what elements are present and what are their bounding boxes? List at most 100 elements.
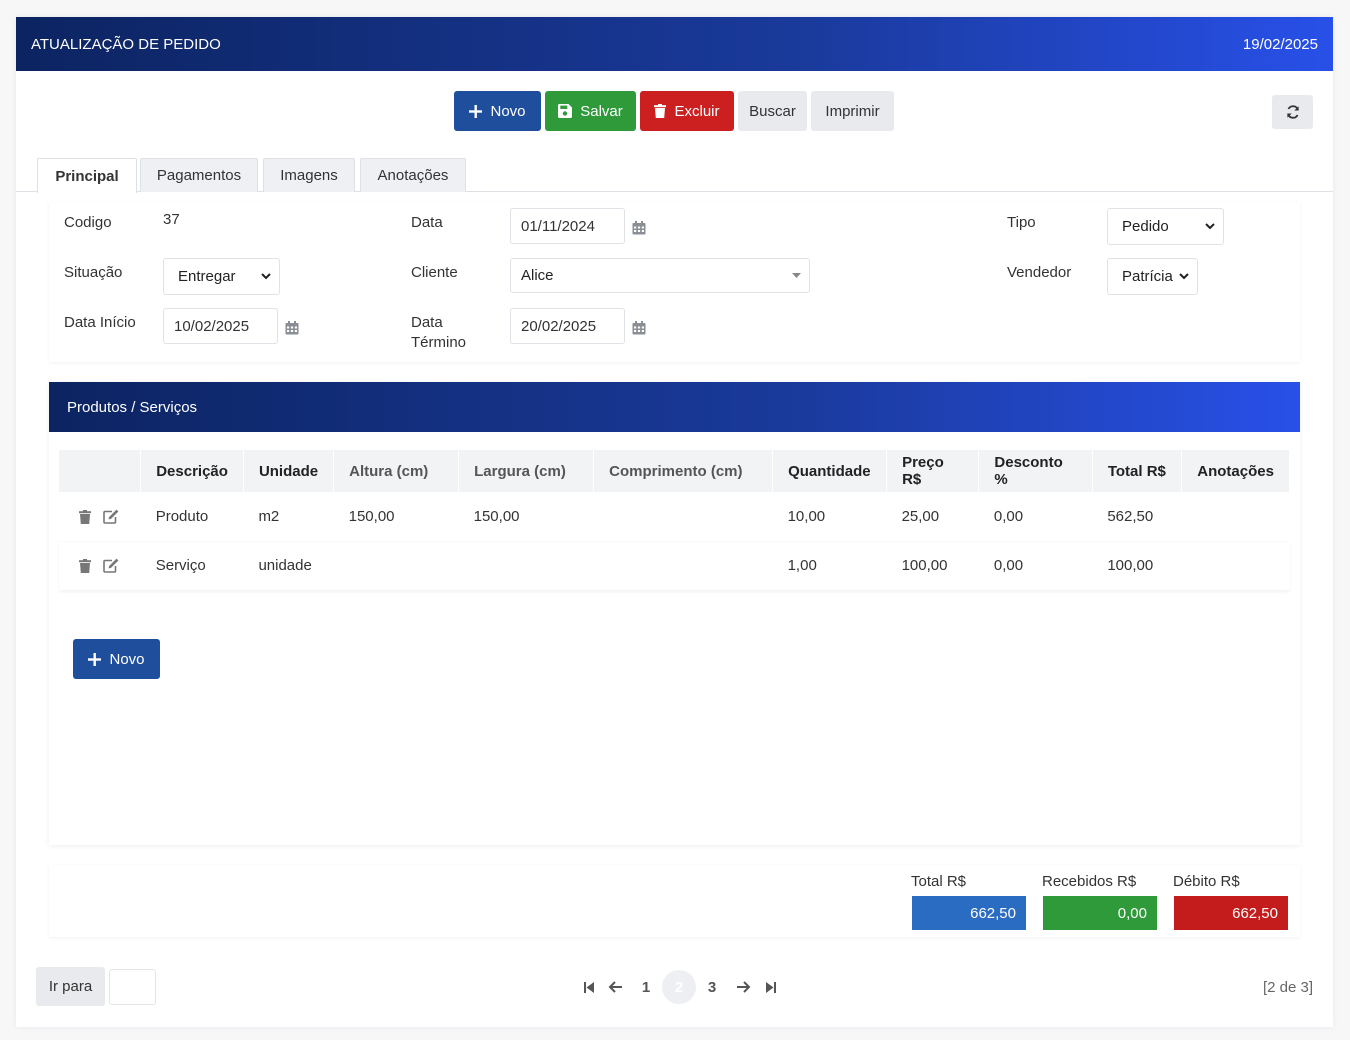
products-panel: Produtos / Serviços Descrição Unidade Al… (49, 382, 1300, 845)
vendedor-select-value: Patrícia (1122, 268, 1173, 285)
pagination-footer: Ir para 1 2 3 [2 de 3] (16, 967, 1333, 1007)
cell-preco: 100,00 (901, 557, 948, 574)
products-table: Descrição Unidade Altura (cm) Largura (c… (59, 450, 1290, 590)
chevron-down-icon (1179, 273, 1189, 280)
tab-imagens[interactable]: Imagens (263, 158, 355, 192)
save-button[interactable]: Salvar (545, 91, 636, 131)
codigo-value: 37 (163, 211, 180, 228)
next-page-icon[interactable] (728, 970, 760, 1004)
refresh-button[interactable] (1272, 95, 1313, 129)
last-page-icon[interactable] (760, 970, 780, 1004)
data-termino-field[interactable]: 20/02/2025 (510, 308, 625, 344)
data-termino-label-line2: Término (411, 334, 467, 351)
caret-down-icon (792, 273, 801, 278)
page-2[interactable]: 2 (662, 970, 696, 1004)
calendar-icon[interactable] (632, 221, 646, 235)
cell-descricao: Produto (155, 508, 209, 525)
save-button-label: Salvar (580, 102, 623, 120)
column-largura[interactable]: Largura (cm) (458, 450, 595, 492)
column-descricao[interactable]: Descrição (140, 450, 244, 492)
goto-button[interactable]: Ir para (36, 967, 105, 1006)
totals-panel: Total R$ 662,50 Recebidos R$ 0,00 Débito… (49, 865, 1300, 937)
page-3[interactable]: 3 (696, 970, 728, 1004)
edit-icon[interactable] (103, 509, 119, 524)
trash-icon[interactable] (79, 558, 91, 573)
calendar-icon[interactable] (285, 321, 299, 335)
cell-largura: 150,00 (473, 508, 520, 525)
tipo-select[interactable]: Pedido (1107, 208, 1224, 245)
cell-total: 100,00 (1107, 557, 1154, 574)
order-form: Codigo 37 Data 01/11/2024 Tipo Pedido Si… (49, 202, 1300, 362)
column-preco[interactable]: Preço R$ (886, 450, 980, 492)
header-date: 19/02/2025 (1242, 35, 1318, 53)
column-altura[interactable]: Altura (cm) (333, 450, 460, 492)
add-product-button[interactable]: Novo (73, 639, 160, 679)
cell-largura (459, 541, 594, 590)
print-button[interactable]: Imprimir (811, 91, 894, 131)
cell-anotacoes (1182, 492, 1290, 541)
toolbar: Novo Salvar Excluir Buscar Imprimir (16, 71, 1333, 151)
page-1[interactable]: 1 (630, 970, 662, 1004)
tab-anotacoes[interactable]: Anotações (360, 158, 466, 192)
column-quantidade[interactable]: Quantidade (772, 450, 888, 492)
column-anotacoes[interactable]: Anotações (1181, 450, 1290, 492)
total-label: Total R$ (911, 873, 967, 890)
table-row: Produto m2 150,00 150,00 10,00 25,00 0,0… (59, 492, 1290, 541)
cell-quantidade: 10,00 (787, 508, 826, 525)
pager: 1 2 3 (578, 970, 780, 1004)
cliente-select[interactable]: Alice (510, 258, 810, 293)
floppy-disk-icon (558, 104, 573, 118)
data-field[interactable]: 01/11/2024 (510, 208, 625, 244)
column-actions (59, 450, 142, 492)
codigo-label: Codigo (64, 214, 112, 231)
delete-button[interactable]: Excluir (640, 91, 734, 131)
vendedor-select[interactable]: Patrícia (1107, 258, 1198, 295)
edit-icon[interactable] (103, 558, 119, 573)
situacao-label: Situação (64, 264, 123, 281)
page-info: [2 de 3] (1262, 979, 1313, 996)
data-label: Data (411, 214, 443, 231)
first-page-icon[interactable] (578, 970, 600, 1004)
tab-bar: Principal Pagamentos Imagens Anotações (16, 158, 1333, 193)
plus-icon (88, 652, 102, 666)
table-header-row: Descrição Unidade Altura (cm) Largura (c… (59, 450, 1290, 492)
products-title: Produtos / Serviços (49, 382, 1300, 432)
goto-page-input[interactable] (109, 969, 156, 1005)
trash-icon (654, 104, 667, 118)
cell-altura: 150,00 (348, 508, 395, 525)
cliente-select-value: Alice (521, 267, 554, 284)
tab-principal[interactable]: Principal (37, 158, 137, 193)
refresh-icon (1286, 105, 1300, 119)
tab-pagamentos[interactable]: Pagamentos (140, 158, 258, 192)
search-button[interactable]: Buscar (738, 91, 807, 131)
plus-icon (469, 104, 483, 118)
chevron-down-icon (261, 273, 271, 280)
toolbar-buttons: Novo Salvar Excluir Buscar Imprimir (454, 91, 894, 131)
new-button-label: Novo (490, 102, 526, 120)
previous-page-icon[interactable] (600, 970, 630, 1004)
column-comprimento[interactable]: Comprimento (cm) (593, 450, 774, 492)
recebidos-label: Recebidos R$ (1042, 873, 1137, 890)
calendar-icon[interactable] (632, 321, 646, 335)
tipo-label: Tipo (1007, 214, 1036, 231)
cell-unidade: m2 (258, 508, 280, 525)
vendedor-label: Vendedor (1007, 264, 1072, 281)
cell-comprimento (594, 492, 773, 541)
data-inicio-field[interactable]: 10/02/2025 (163, 308, 278, 344)
situacao-select[interactable]: Entregar (163, 258, 280, 295)
cell-desconto: 0,00 (993, 508, 1024, 525)
column-total[interactable]: Total R$ (1092, 450, 1183, 492)
new-button[interactable]: Novo (454, 91, 541, 131)
column-unidade[interactable]: Unidade (243, 450, 335, 492)
delete-button-label: Excluir (674, 102, 720, 120)
table-row: Serviço unidade 1,00 100,00 0,00 100,00 (59, 541, 1290, 590)
cliente-label: Cliente (411, 264, 458, 281)
recebidos-value: 0,00 (1043, 896, 1157, 930)
column-desconto[interactable]: Desconto % (978, 450, 1093, 492)
trash-icon[interactable] (79, 509, 91, 524)
cell-altura (334, 541, 459, 590)
cell-unidade: unidade (258, 557, 312, 574)
debito-value: 662,50 (1174, 896, 1288, 930)
data-inicio-label: Data Início (64, 314, 136, 331)
cell-descricao: Serviço (155, 557, 206, 574)
